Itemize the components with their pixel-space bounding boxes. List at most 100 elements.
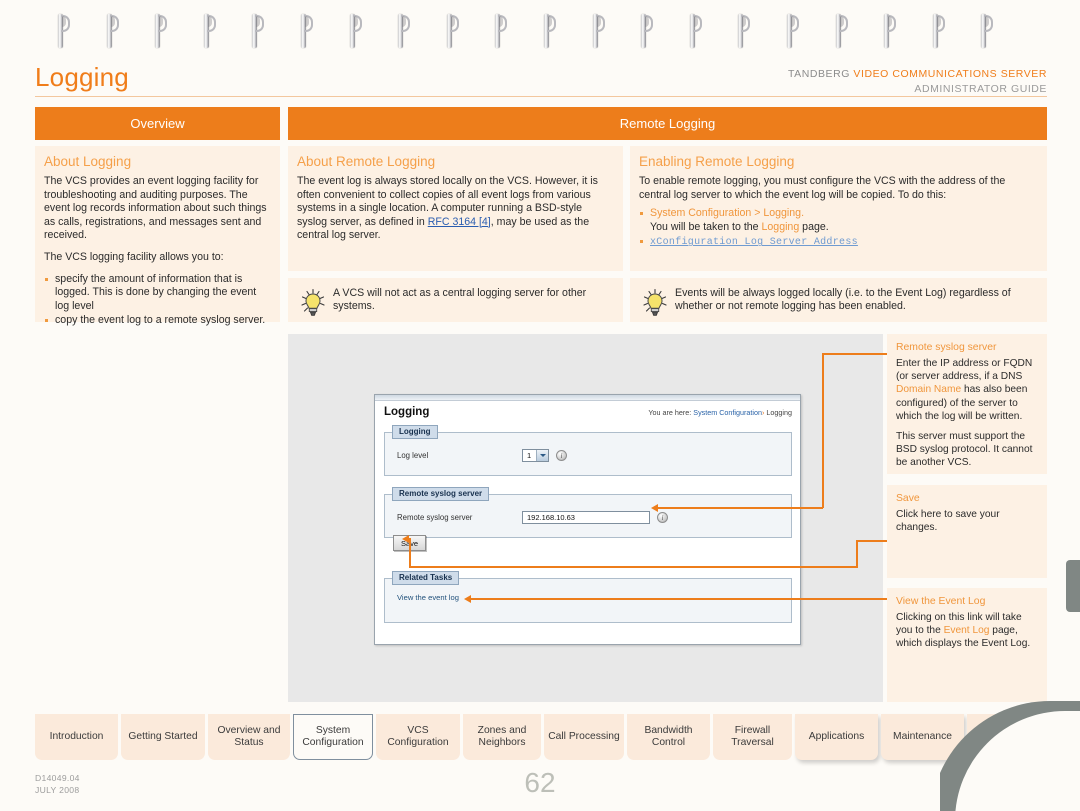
bottom-nav-tab-bandwidth-control[interactable]: Bandwidth Control xyxy=(627,714,710,760)
breadcrumb-link[interactable]: System Configuration xyxy=(693,408,762,417)
sub-before: You will be taken to the xyxy=(650,220,762,233)
fieldset-related-tasks: Related Tasks View the event log xyxy=(384,571,792,623)
arrow-to-syslog-info-icon xyxy=(651,504,658,512)
ui-page-title: Logging xyxy=(384,406,430,418)
vcs-web-ui-screenshot: Logging You are here: System Configurati… xyxy=(374,394,801,645)
header-divider xyxy=(35,96,1047,97)
log-level-label: Log level xyxy=(397,451,429,460)
binding-ring xyxy=(787,14,799,48)
connector-eventlog-h xyxy=(471,598,887,600)
bottom-nav-tab-zones-and-neighbors[interactable]: Zones and Neighbors xyxy=(463,714,541,760)
annotation-heading: View the Event Log xyxy=(896,596,986,607)
binding-ring xyxy=(641,14,654,48)
xconfiguration-command[interactable]: xConfiguration Log Server Address xyxy=(650,237,858,248)
binding-ring xyxy=(592,14,605,48)
breadcrumb: You are here: System Configuration› Logg… xyxy=(648,408,792,417)
bottom-nav-tab-call-processing[interactable]: Call Processing xyxy=(544,714,624,760)
tip-text: Events will be always logged locally (i.… xyxy=(675,287,1011,313)
annotation-paragraph: Click here to save your changes. xyxy=(896,509,1000,534)
bottom-nav-tab-label: System Configuration xyxy=(302,724,364,749)
breadcrumb-prefix: You are here: xyxy=(648,408,692,417)
connector-save-v xyxy=(856,540,858,568)
ann0-p1-before: Enter the IP address or FQDN (or server … xyxy=(896,358,1033,383)
bottom-nav-tab-label: Call Processing xyxy=(548,730,620,742)
bottom-nav-tab-label: Getting Started xyxy=(128,730,198,742)
binding-ring xyxy=(398,14,411,48)
section-tab-remote-logging[interactable]: Remote Logging xyxy=(288,107,1047,140)
binding-ring xyxy=(884,14,897,48)
arrow-to-event-log-link xyxy=(464,595,471,603)
form-row-log-level: Log level 1 i xyxy=(385,433,791,472)
bottom-nav-tab-vcs-configuration[interactable]: VCS Configuration xyxy=(376,714,460,760)
tip-box-local-logging: Events will be always logged locally (i.… xyxy=(630,278,1047,322)
menu-path: System Configuration > Logging xyxy=(650,207,802,220)
bottom-nav-tab-label: Bandwidth Control xyxy=(644,724,693,749)
connector-save-v2 xyxy=(409,538,411,567)
connector-save-h-left xyxy=(409,566,857,568)
rfc-3164-link[interactable]: RFC 3164 [4] xyxy=(428,216,491,228)
bottom-nav-tab-overview-and-status[interactable]: Overview and Status xyxy=(208,714,290,760)
page-edge-tab xyxy=(1066,560,1080,612)
connector-syslog-h-bottom xyxy=(658,507,823,509)
list-item: specify the amount of information that i… xyxy=(44,273,270,314)
lightbulb-icon xyxy=(640,288,670,318)
about-logging-p1: The VCS provides an event logging facili… xyxy=(44,175,267,242)
binding-ring xyxy=(106,14,119,48)
breadcrumb-current: Logging xyxy=(766,408,792,417)
bottom-nav-tab-label: Applications xyxy=(808,730,865,742)
document-page: Logging TANDBERG VIDEO COMMUNICATIONS SE… xyxy=(0,0,1080,811)
card-body: The event log is always stored locally o… xyxy=(297,175,613,243)
connector-save-h-right xyxy=(856,540,887,542)
enabling-intro: To enable remote logging, you must confi… xyxy=(639,175,1006,201)
bottom-nav-tab-applications[interactable]: Applications xyxy=(795,714,878,760)
bottom-nav-tab-system-configuration[interactable]: System Configuration xyxy=(293,714,373,760)
breadcrumb-separator: › xyxy=(762,408,765,417)
card-enabling-remote-logging: Enabling Remote Logging To enable remote… xyxy=(630,146,1047,271)
bottom-nav-tab-firewall-traversal[interactable]: Firewall Traversal xyxy=(713,714,792,760)
bottom-nav-tab-label: Overview and Status xyxy=(217,724,281,749)
binding-ring xyxy=(932,14,945,48)
annotation-paragraph: Clicking on this link will take you to t… xyxy=(896,611,1038,651)
bottom-nav-tab-getting-started[interactable]: Getting Started xyxy=(121,714,205,760)
spiral-binding xyxy=(0,0,1080,56)
binding-ring xyxy=(981,14,994,48)
annotation-save: Save Click here to save your changes. xyxy=(887,485,1047,578)
about-remote-logging-text: The event log is always stored locally o… xyxy=(297,175,613,243)
annotation-paragraph: This server must support the BSD syslog … xyxy=(896,431,1033,469)
lightbulb-icon xyxy=(298,288,328,318)
chevron-down-icon[interactable] xyxy=(536,450,548,461)
annotation-paragraph: Enter the IP address or FQDN (or server … xyxy=(896,357,1038,423)
binding-ring xyxy=(495,14,508,48)
card-about-logging: About Logging The VCS provides an event … xyxy=(35,146,280,326)
brand-line: TANDBERG VIDEO COMMUNICATIONS SERVER xyxy=(788,68,1047,81)
page-number: 62 xyxy=(524,767,556,798)
syslog-input[interactable]: 192.168.10.63 xyxy=(522,511,650,524)
card-heading: Enabling Remote Logging xyxy=(639,154,795,169)
annotation-remote-syslog-server: Remote syslog server Enter the IP addres… xyxy=(887,334,1047,474)
brand-prefix: TANDBERG xyxy=(787,68,850,80)
info-icon[interactable]: i xyxy=(556,450,567,461)
log-level-select[interactable]: 1 xyxy=(522,449,549,462)
binding-ring xyxy=(58,14,70,48)
log-level-value: 1 xyxy=(527,451,532,460)
section-tab-overview[interactable]: Overview xyxy=(35,107,280,140)
bottom-nav-tab-label: VCS Configuration xyxy=(387,724,449,749)
card-about-remote-logging: About Remote Logging The event log is al… xyxy=(288,146,623,271)
fieldset-legend: Related Tasks xyxy=(392,571,460,585)
info-icon[interactable]: i xyxy=(657,512,668,523)
connector-syslog-v xyxy=(822,353,824,508)
list-item-menu-path: System Configuration > Logging. You will… xyxy=(639,207,1037,234)
brand-block: TANDBERG VIDEO COMMUNICATIONS SERVER ADM… xyxy=(788,68,1047,96)
sub-link: Logging xyxy=(761,220,800,233)
bottom-nav-tab-label: Firewall Traversal xyxy=(731,724,774,749)
bottom-nav-tab-introduction[interactable]: Introduction xyxy=(35,714,118,760)
domain-name-link: Domain Name xyxy=(896,384,962,396)
arrow-to-save-button xyxy=(402,535,409,543)
binding-ring xyxy=(301,14,313,48)
binding-ring xyxy=(155,14,168,48)
brand-subtitle: ADMINISTRATOR GUIDE xyxy=(914,83,1047,95)
fieldset-legend: Remote syslog server xyxy=(392,487,490,501)
card-body: The VCS provides an event logging facili… xyxy=(44,175,270,328)
brand-highlight: VIDEO COMMUNICATIONS SERVER xyxy=(853,68,1047,80)
bottom-nav-tab-label: Introduction xyxy=(49,730,104,742)
